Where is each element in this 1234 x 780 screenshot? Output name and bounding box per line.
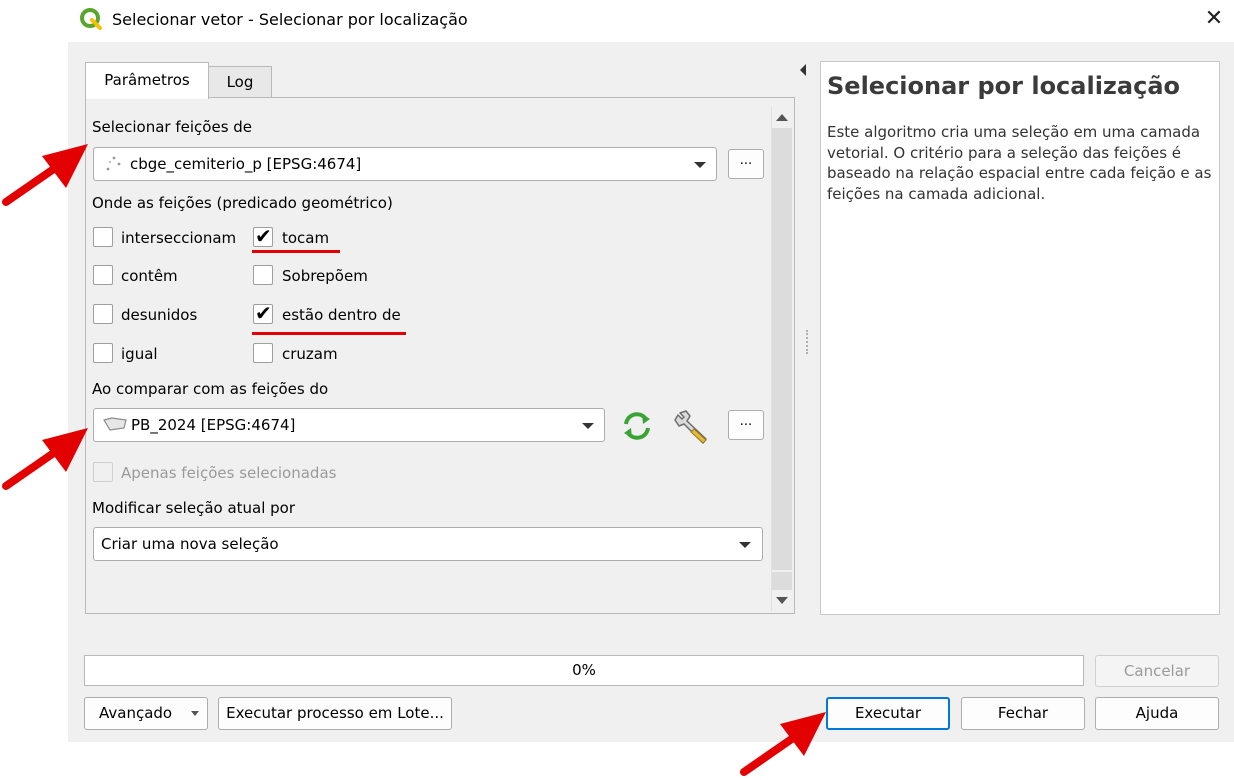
select-from-label: Selecionar feições de <box>92 118 253 136</box>
modify-selection-label: Modificar seleção atual por <box>92 499 296 517</box>
window-title: Selecionar vetor - Selecionar por locali… <box>112 10 468 29</box>
annotation-underline <box>252 250 340 253</box>
progress-bar: 0% <box>84 655 1084 686</box>
checkbox-tocam[interactable]: ✔ <box>253 224 273 248</box>
checkbox-desunidos[interactable] <box>93 304 113 324</box>
compare-layer-combo[interactable]: PB_2024 [EPSG:4674] <box>93 408 605 442</box>
compare-label: Ao comparar com as feições do <box>92 380 329 398</box>
iterate-features-icon[interactable] <box>619 410 655 442</box>
checkbox-label-desunidos: desunidos <box>121 306 198 324</box>
checkbox-label-tocam: tocam <box>282 229 330 247</box>
checkbox-label-selected-only: Apenas feições selecionadas <box>121 464 337 482</box>
polygon-layer-icon <box>102 416 128 438</box>
point-layer-icon <box>104 154 124 178</box>
scrollbar-track <box>772 572 792 590</box>
chevron-down-icon <box>739 542 751 548</box>
scroll-up-icon[interactable] <box>776 114 788 121</box>
check-icon: ✔ <box>255 224 272 248</box>
annotation-arrow <box>2 144 88 206</box>
chevron-down-icon <box>694 162 706 168</box>
chevron-down-icon <box>582 423 594 429</box>
checkbox-label-contem: contêm <box>121 267 178 285</box>
predicate-label: Onde as feições (predicado geométrico) <box>92 194 393 212</box>
help-title: Selecionar por localização <box>827 72 1181 100</box>
tab-log[interactable]: Log <box>208 66 272 98</box>
advanced-button[interactable]: Avançado <box>84 697 208 730</box>
checkbox-label-igual: igual <box>121 345 158 363</box>
collapse-help-icon[interactable] <box>800 64 806 76</box>
batch-process-button[interactable]: Executar processo em Lote... <box>218 697 452 730</box>
modify-selection-combo[interactable]: Criar uma nova seleção <box>93 527 763 561</box>
scrollbar-thumb[interactable] <box>772 128 792 570</box>
select-from-combo[interactable]: cbge_cemiterio_p [EPSG:4674] <box>93 147 717 181</box>
advanced-button-label: Avançado <box>99 704 173 722</box>
checkbox-sobrepoem[interactable] <box>253 265 273 285</box>
checkbox-cruzam[interactable] <box>253 343 273 363</box>
annotation-arrow <box>2 428 88 490</box>
checkbox-label-cruzam: cruzam <box>282 345 338 363</box>
annotation-underline <box>252 332 406 335</box>
scroll-down-icon[interactable] <box>776 597 788 604</box>
dropdown-arrow-icon <box>191 711 199 716</box>
select-from-options-button[interactable]: ... <box>728 149 764 179</box>
checkbox-contem[interactable] <box>93 265 113 285</box>
close-button[interactable]: Fechar <box>961 697 1085 730</box>
close-window-button[interactable]: ✕ <box>1198 4 1230 34</box>
check-icon: ✔ <box>255 301 272 325</box>
modify-selection-value: Criar uma nova seleção <box>101 535 279 553</box>
compare-options-button[interactable]: ... <box>728 410 764 440</box>
help-button[interactable]: Ajuda <box>1095 697 1219 730</box>
checkbox-igual[interactable] <box>93 343 113 363</box>
checkbox-label-sobrepoem: Sobrepõem <box>282 267 368 285</box>
checkbox-interseccionam[interactable] <box>93 227 113 247</box>
help-description: Este algoritmo cria uma seleção em uma c… <box>827 123 1212 203</box>
tab-parametros[interactable]: Parâmetros <box>85 62 209 99</box>
annotation-arrow <box>740 712 826 776</box>
splitter-handle[interactable] <box>806 330 810 354</box>
qgis-logo-icon <box>80 8 102 30</box>
cancel-button[interactable]: Cancelar <box>1095 655 1219 687</box>
checkbox-label-estao-dentro-de: estão dentro de <box>282 306 401 324</box>
compare-layer-value: PB_2024 [EPSG:4674] <box>131 416 296 434</box>
select-from-value: cbge_cemiterio_p [EPSG:4674] <box>130 155 362 173</box>
checkbox-estao-dentro-de[interactable]: ✔ <box>253 301 273 325</box>
wrench-icon[interactable] <box>672 407 716 447</box>
run-button[interactable]: Executar <box>826 697 950 730</box>
checkbox-label-interseccionam: interseccionam <box>121 229 237 247</box>
